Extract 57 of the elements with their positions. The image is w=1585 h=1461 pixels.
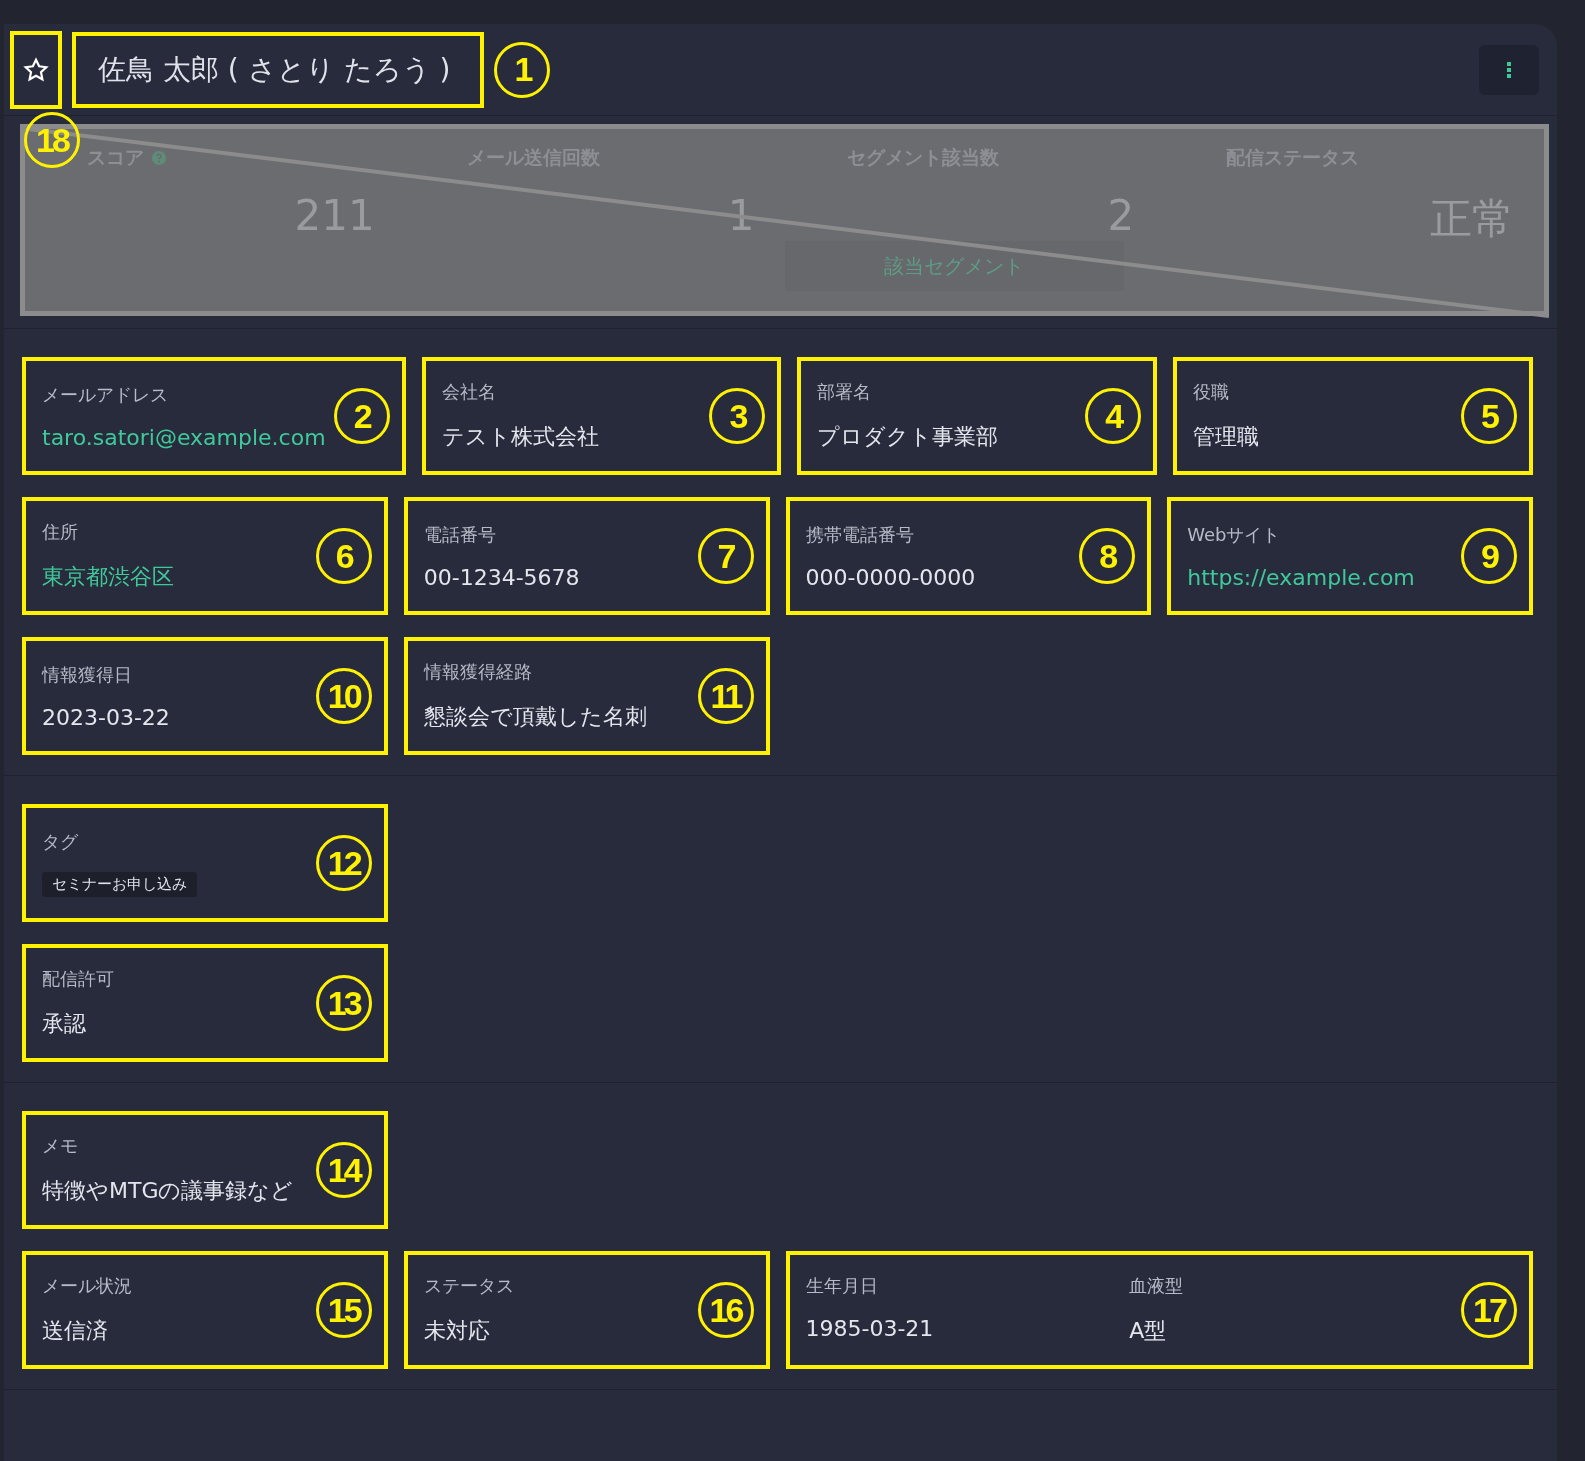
annotation-number: 1	[494, 41, 551, 98]
annotation-number: 9	[1461, 528, 1517, 584]
field-value: 000-0000-0000	[805, 564, 977, 590]
field-value: 1985-03-21	[805, 1316, 935, 1341]
field-link[interactable]: 東京都渋谷区	[42, 562, 308, 592]
field-value: 管理職	[1193, 423, 1261, 451]
field-label: メモ	[42, 1134, 79, 1158]
help-icon	[152, 151, 166, 165]
tag-chip: セミナーお申し込み	[42, 871, 197, 897]
annotation-number: 8	[1079, 528, 1136, 584]
field-value: 送信済	[42, 1317, 109, 1345]
field-label: 配信許可	[42, 967, 115, 991]
annotation-number: 14	[315, 1142, 372, 1198]
star-icon-frame[interactable]	[10, 30, 62, 109]
field-value: A型	[1129, 1317, 1168, 1345]
star-icon	[23, 56, 49, 83]
field-label: 情報獲得日	[42, 662, 133, 687]
field-label: Webサイト	[1187, 522, 1282, 547]
annotation-number: 5	[1461, 388, 1517, 444]
annotation-number: 2	[333, 388, 390, 444]
field-label: 会社名	[441, 380, 497, 404]
kebab-icon	[1506, 60, 1512, 79]
annotation-number: 17	[1461, 1282, 1517, 1338]
annotation-number: 16	[697, 1282, 754, 1338]
field-label: 情報獲得経路	[423, 660, 533, 684]
annotation-number: 11	[697, 668, 754, 724]
field-value: 未対応	[423, 1317, 491, 1345]
field-label: 血液型	[1129, 1274, 1185, 1298]
field-value: プロダクト事業部	[817, 423, 1000, 451]
annotation-number: 6	[315, 528, 372, 584]
field-label: 役職	[1193, 380, 1231, 404]
field-value: テスト株式会社	[441, 423, 600, 451]
field-value: 承認	[42, 1010, 87, 1038]
field-value: 00-1234-5678	[423, 564, 581, 590]
annotation-number: 7	[697, 528, 754, 584]
field-link[interactable]: taro.satori@example.com	[42, 424, 326, 450]
field-label: 部署名	[817, 380, 873, 404]
annotation-number: 15	[315, 1282, 372, 1338]
annotation-number: 3	[709, 388, 766, 444]
annotation-number: 12	[315, 835, 372, 891]
field-label: ステータス	[423, 1274, 515, 1298]
field-link[interactable]: https://example.com	[1187, 564, 1453, 590]
field-value: 2023-03-22	[42, 704, 171, 730]
annotation-number: 18	[24, 112, 80, 168]
annotation-number: 13	[315, 975, 372, 1031]
contact-name: 佐鳥 太郎 ( さとり たろう )	[72, 31, 485, 108]
field-label: メールアドレス	[42, 382, 169, 407]
field-label: 携帯電話番号	[805, 522, 915, 547]
annotation-number: 4	[1085, 388, 1142, 444]
annotation-number: 10	[315, 668, 372, 724]
field-label: 電話番号	[423, 522, 497, 547]
field-value: 特徴やMTGの議事録など	[42, 1177, 295, 1205]
field-label: 生年月日	[805, 1274, 879, 1298]
field-label: タグ	[42, 829, 79, 854]
field-label: 住所	[42, 520, 79, 544]
field-value: 懇談会で頂戴した名刺	[423, 703, 648, 731]
field-label: メール状況	[42, 1274, 133, 1298]
